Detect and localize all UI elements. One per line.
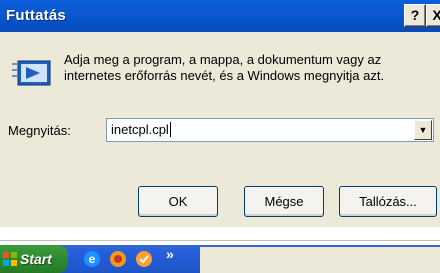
- dialog-title-bar[interactable]: Futtatás ? X: [0, 0, 440, 32]
- dialog-title: Futtatás: [6, 7, 66, 24]
- close-button[interactable]: X: [426, 4, 440, 27]
- run-icon: [12, 60, 51, 86]
- desktop-icon[interactable]: [134, 249, 154, 269]
- more-quick-launch[interactable]: »: [166, 246, 174, 262]
- taskbar-window-area: [200, 247, 440, 273]
- ok-button[interactable]: OK: [138, 186, 218, 217]
- cancel-button[interactable]: Mégse: [244, 186, 324, 217]
- svg-text:e: e: [89, 252, 96, 266]
- dialog-description: Adja meg a program, a mappa, a dokumentu…: [64, 52, 385, 83]
- desktop-background: [0, 227, 440, 245]
- dropdown-arrow-icon[interactable]: ▼: [414, 120, 432, 140]
- internet-explorer-icon[interactable]: e: [82, 249, 102, 269]
- media-player-icon[interactable]: [108, 249, 128, 269]
- dialog-body: Adja meg a program, a mappa, a dokumentu…: [0, 32, 440, 227]
- help-button[interactable]: ?: [404, 4, 426, 27]
- start-label: Start: [20, 251, 52, 267]
- start-button[interactable]: Start: [0, 245, 68, 273]
- windows-logo-icon: [3, 252, 17, 266]
- open-label: Megnyitás:: [8, 123, 71, 138]
- open-input[interactable]: inetcpl.cpl: [111, 122, 171, 137]
- desktop-divider: [0, 240, 440, 241]
- browse-button[interactable]: Tallózás...: [339, 186, 437, 217]
- open-combobox[interactable]: inetcpl.cpl ▼: [106, 118, 434, 142]
